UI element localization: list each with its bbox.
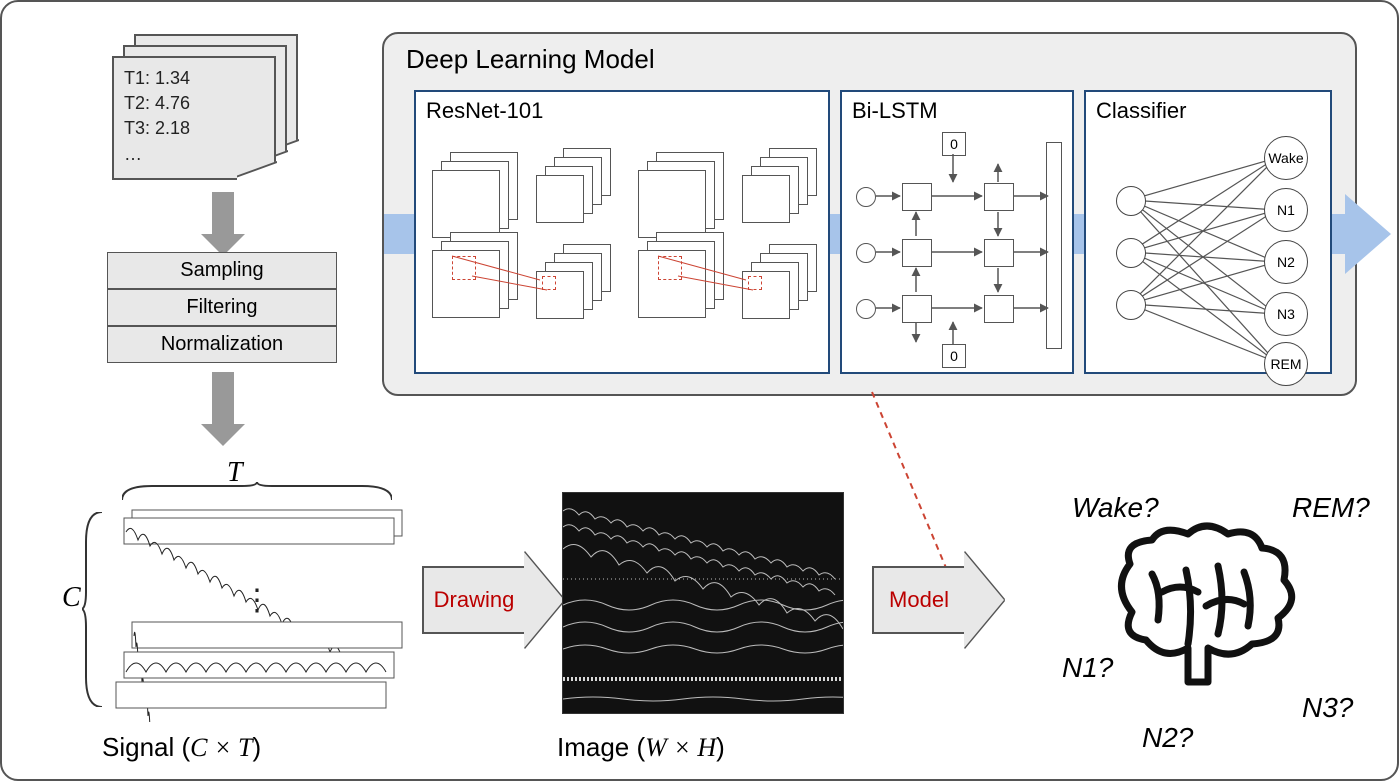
preprocessing-stack: Sampling Filtering Normalization <box>107 252 337 363</box>
brace-T <box>122 482 392 502</box>
classifier-panel: Classifier <box>1084 90 1332 374</box>
preproc-sampling: Sampling <box>107 252 337 289</box>
arrow-preproc-to-signal-stem <box>212 372 234 428</box>
preproc-filtering: Filtering <box>107 289 337 326</box>
signal-caption: Signal (C × T) <box>102 732 261 763</box>
bilstm-panel: Bi-LSTM 0 0 <box>840 90 1074 374</box>
question-n2: N2? <box>1142 722 1193 754</box>
classifier-output-n3: N3 <box>1264 292 1308 336</box>
preproc-normalization: Normalization <box>107 326 337 363</box>
bilstm-input-1 <box>856 187 876 207</box>
image-caption-expr: W × H <box>645 733 716 762</box>
question-n1: N1? <box>1062 652 1113 684</box>
dl-panel-title: Deep Learning Model <box>406 44 655 75</box>
signal-caption-suffix: ) <box>253 732 262 762</box>
classifier-input-node <box>1116 290 1146 320</box>
raw-data-line: T3: 2.18 <box>124 116 190 141</box>
question-wake: Wake? <box>1072 492 1159 524</box>
classifier-output-n2: N2 <box>1264 240 1308 284</box>
image-block <box>562 492 844 714</box>
bilstm-fwd-cell <box>902 295 932 323</box>
bilstm-bwd-cell <box>984 239 1014 267</box>
bilstm-fwd-cell <box>902 183 932 211</box>
brace-C <box>82 512 104 707</box>
image-caption-suffix: ) <box>716 732 725 762</box>
flow-arrow-model: Model <box>872 568 1004 632</box>
classifier-input-node <box>1116 238 1146 268</box>
signal-C-label: C <box>62 582 81 614</box>
svg-text:⋮: ⋮ <box>242 584 272 617</box>
bilstm-bwd-cell <box>984 183 1014 211</box>
pipeline-diagram-frame: T1: 1.34 T2: 4.76 T3: 2.18 … Sampling Fi… <box>0 0 1399 781</box>
bilstm-bwd-cell <box>984 295 1014 323</box>
resnet-title: ResNet-101 <box>426 98 543 124</box>
bilstm-input-2 <box>856 243 876 263</box>
signal-caption-expr: C × T <box>190 733 252 762</box>
deep-learning-panel: Deep Learning Model ResNet-101 <box>382 32 1357 396</box>
brain-icon <box>1102 522 1302 692</box>
resnet-projection-lines-a <box>432 152 622 352</box>
arrow-data-to-preproc-stem <box>212 192 234 238</box>
raw-data-line: T2: 4.76 <box>124 91 190 116</box>
raw-data-card-front: T1: 1.34 T2: 4.76 T3: 2.18 … <box>112 56 276 180</box>
signal-channels: ⋮ <box>112 502 412 722</box>
question-rem: REM? <box>1292 492 1370 524</box>
bilstm-arrows <box>842 92 1072 372</box>
image-caption: Image (W × H) <box>557 732 725 763</box>
raw-data-text: T1: 1.34 T2: 4.76 T3: 2.18 … <box>124 66 190 167</box>
raw-data-stack: T1: 1.34 T2: 4.76 T3: 2.18 … <box>112 34 292 174</box>
signal-channel-stack: ⋮ <box>82 462 422 712</box>
resnet-panel: ResNet-101 <box>414 90 830 374</box>
arrow-preproc-to-signal-head <box>201 424 245 446</box>
resnet-projection-lines-b <box>638 152 828 352</box>
flow-arrow-model-label: Model <box>872 566 966 634</box>
signal-caption-prefix: Signal ( <box>102 732 190 762</box>
raw-data-line: … <box>124 142 190 167</box>
image-caption-prefix: Image ( <box>557 732 645 762</box>
classifier-output-wake: Wake <box>1264 136 1308 180</box>
classifier-input-node <box>1116 186 1146 216</box>
flow-arrow-drawing-label: Drawing <box>422 566 526 634</box>
question-n3: N3? <box>1302 692 1353 724</box>
classifier-output-rem: REM <box>1264 342 1308 386</box>
flow-arrow-drawing: Drawing <box>422 568 564 632</box>
image-channels <box>563 493 843 713</box>
raw-data-line: T1: 1.34 <box>124 66 190 91</box>
bilstm-fwd-cell <box>902 239 932 267</box>
bilstm-input-3 <box>856 299 876 319</box>
classifier-output-n1: N1 <box>1264 188 1308 232</box>
